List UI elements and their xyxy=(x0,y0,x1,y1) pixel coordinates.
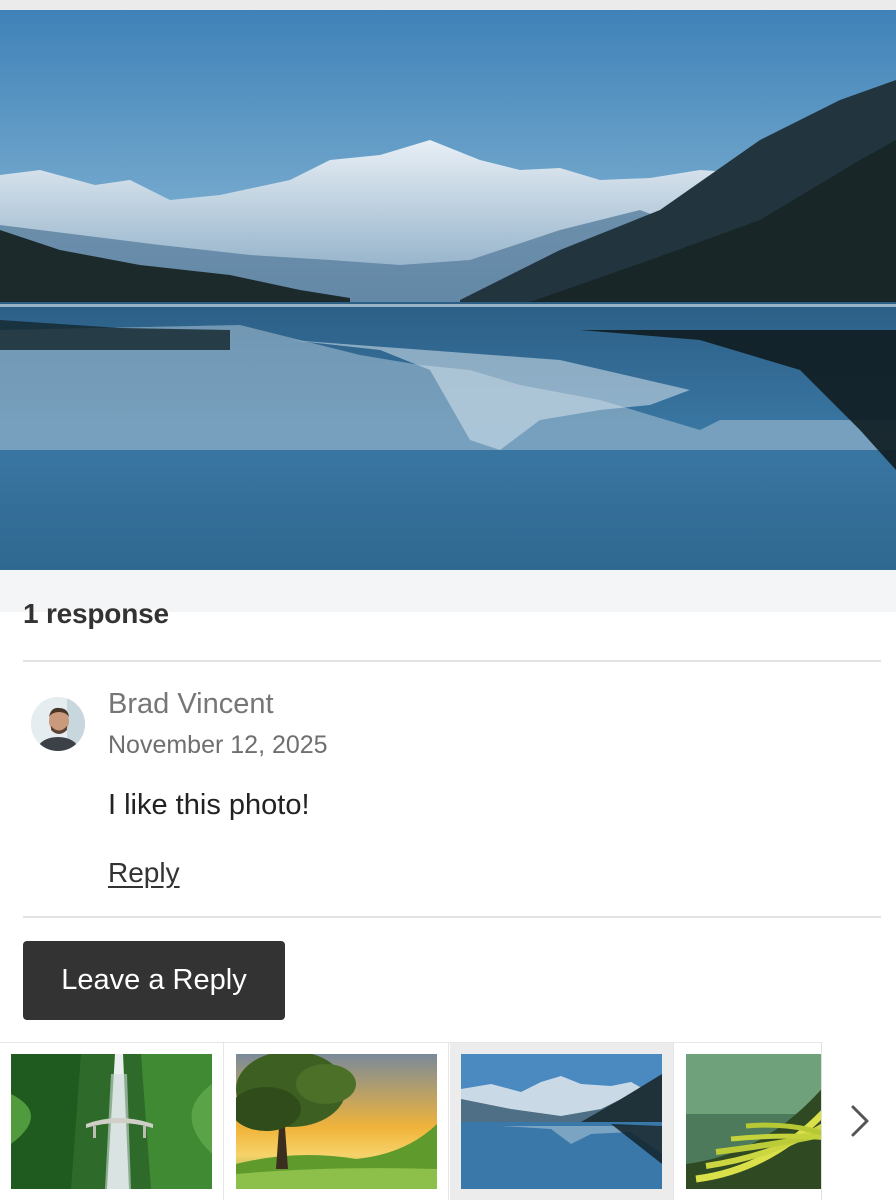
thumbnail-waterfall[interactable] xyxy=(0,1043,224,1200)
avatar xyxy=(31,697,85,751)
chevron-right-icon xyxy=(851,1105,869,1137)
thumbnail-mountain-lake[interactable] xyxy=(450,1043,674,1200)
gallery-next-button[interactable] xyxy=(821,1042,896,1200)
thumbnail-sunset[interactable] xyxy=(225,1043,449,1200)
comment-text: I like this photo! xyxy=(108,789,310,821)
comments-title: 1 response xyxy=(23,598,169,629)
comment-author[interactable]: Brad Vincent xyxy=(108,688,274,721)
thumbnail-strip xyxy=(0,1042,896,1200)
hero-image xyxy=(0,10,896,570)
divider xyxy=(23,916,881,918)
comment-date[interactable]: November 12, 2025 xyxy=(108,731,328,760)
top-strip xyxy=(0,0,896,10)
reply-link[interactable]: Reply xyxy=(108,857,180,889)
leave-reply-button[interactable]: Leave a Reply xyxy=(23,941,285,1020)
divider xyxy=(23,660,881,662)
